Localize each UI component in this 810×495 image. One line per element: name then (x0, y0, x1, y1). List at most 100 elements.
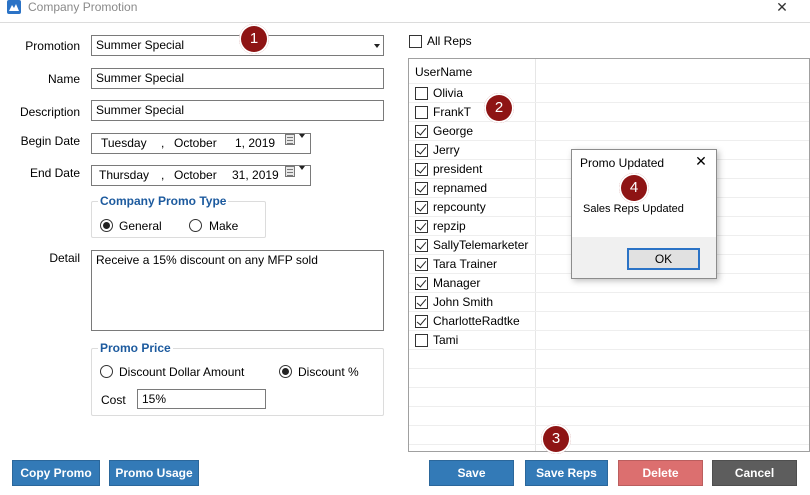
rep-checkbox[interactable] (415, 144, 428, 157)
grid-row-line (409, 102, 809, 103)
rep-name: repzip (433, 219, 466, 233)
company-logo-icon (7, 0, 21, 14)
rep-checkbox[interactable] (415, 334, 428, 347)
copy-promo-button[interactable]: Copy Promo (12, 460, 100, 486)
rep-checkbox[interactable] (415, 125, 428, 138)
rep-row[interactable]: Olivia (409, 84, 535, 103)
ok-button[interactable]: OK (627, 248, 700, 270)
grid-row-line (409, 444, 809, 445)
rep-checkbox[interactable] (415, 201, 428, 214)
rep-checkbox[interactable] (415, 182, 428, 195)
discount-dollar-label: Discount Dollar Amount (119, 365, 245, 379)
begin-date-sep: , (161, 136, 165, 150)
rep-name: FrankT (433, 105, 472, 119)
rep-row[interactable]: John Smith (409, 293, 535, 312)
rep-row[interactable]: president (409, 160, 535, 179)
promo-updated-dialog: Promo Updated ✕ Sales Reps Updated OK (571, 149, 717, 279)
grid-row-line (409, 311, 809, 312)
rep-checkbox[interactable] (415, 277, 428, 290)
rep-name: George (433, 124, 474, 138)
all-reps-label: All Reps (427, 34, 472, 48)
description-label: Description (19, 105, 80, 119)
save-button[interactable]: Save (429, 460, 514, 486)
promo-type-general-label: General (119, 219, 162, 233)
detail-textarea[interactable]: Receive a 15% discount on any MFP sold (91, 250, 384, 331)
description-input[interactable]: Summer Special (91, 100, 384, 121)
dialog-message: Sales Reps Updated (583, 203, 684, 215)
rep-name: Tara Trainer (433, 257, 498, 271)
callout-badge-1: 1 (239, 24, 269, 54)
promo-usage-button[interactable]: Promo Usage (109, 460, 199, 486)
promo-price-title: Promo Price (98, 341, 173, 355)
end-date-label: End Date (29, 166, 80, 180)
grid-row-line (409, 349, 809, 350)
username-column-header[interactable]: UserName (415, 65, 472, 79)
close-icon[interactable]: ✕ (772, 0, 792, 16)
dialog-close-icon[interactable]: ✕ (693, 153, 709, 170)
rep-row[interactable]: FrankT (409, 103, 535, 122)
rep-row[interactable]: repnamed (409, 179, 535, 198)
promo-type-make-label: Make (209, 219, 239, 233)
rep-checkbox[interactable] (415, 163, 428, 176)
begin-date-picker[interactable]: Tuesday , October 1, 2019 (91, 133, 311, 154)
delete-button[interactable]: Delete (618, 460, 703, 486)
chevron-down-icon[interactable] (299, 166, 305, 170)
calendar-icon[interactable] (285, 166, 295, 177)
save-reps-button[interactable]: Save Reps (525, 460, 608, 486)
cancel-button[interactable]: Cancel (712, 460, 797, 486)
discount-dollar-radio[interactable] (100, 365, 113, 378)
dialog-title: Promo Updated (580, 156, 665, 170)
promo-type-general-radio[interactable] (100, 219, 113, 232)
rep-row[interactable]: repcounty (409, 198, 535, 217)
calendar-icon[interactable] (285, 134, 295, 145)
grid-row-line (409, 387, 809, 388)
rep-row[interactable]: CharlotteRadtke (409, 312, 535, 331)
rep-name: John Smith (433, 295, 494, 309)
callout-badge-3: 3 (541, 424, 571, 454)
grid-row-line (409, 140, 809, 141)
promotion-select[interactable]: Summer Special (91, 35, 384, 56)
promotion-label: Promotion (25, 39, 80, 53)
rep-name: Olivia (433, 86, 464, 100)
grid-row-line (409, 425, 809, 426)
chevron-down-icon (374, 44, 380, 48)
grid-row-line (409, 292, 809, 293)
cost-label: Cost (101, 393, 126, 407)
rep-name: president (433, 162, 483, 176)
rep-row[interactable]: Tara Trainer (409, 255, 535, 274)
all-reps-checkbox[interactable] (409, 35, 422, 48)
rep-checkbox[interactable] (415, 258, 428, 271)
begin-date-label: Begin Date (20, 134, 80, 148)
end-date-picker[interactable]: Thursday , October 31, 2019 (91, 165, 311, 186)
rep-checkbox[interactable] (415, 220, 428, 233)
rep-checkbox[interactable] (415, 87, 428, 100)
rep-checkbox[interactable] (415, 296, 428, 309)
grid-row-line (409, 406, 809, 407)
rep-row[interactable]: Manager (409, 274, 535, 293)
rep-row[interactable]: SallyTelemarketer (409, 236, 535, 255)
discount-percent-radio[interactable] (279, 365, 292, 378)
detail-label: Detail (49, 251, 80, 265)
rep-name: Manager (433, 276, 481, 290)
rep-row[interactable]: Jerry (409, 141, 535, 160)
name-input[interactable]: Summer Special (91, 68, 384, 89)
rep-name: Jerry (433, 143, 460, 157)
promo-type-make-radio[interactable] (189, 219, 202, 232)
end-date-day: 31, 2019 (232, 168, 279, 182)
rep-checkbox[interactable] (415, 315, 428, 328)
rep-name: repnamed (433, 181, 488, 195)
rep-name: SallyTelemarketer (433, 238, 529, 252)
title-separator (0, 22, 810, 23)
rep-checkbox[interactable] (415, 106, 428, 119)
chevron-down-icon[interactable] (299, 134, 305, 138)
rep-checkbox[interactable] (415, 239, 428, 252)
rep-row[interactable]: George (409, 122, 535, 141)
rep-row[interactable]: Tami (409, 331, 535, 350)
rep-row[interactable]: repzip (409, 217, 535, 236)
cost-input[interactable]: 15% (137, 389, 266, 409)
promotion-select-value: Summer Special (96, 38, 185, 52)
rep-name: repcounty (433, 200, 486, 214)
begin-date-day: 1, 2019 (235, 136, 276, 150)
grid-row-line (409, 368, 809, 369)
callout-badge-2: 2 (484, 93, 514, 123)
